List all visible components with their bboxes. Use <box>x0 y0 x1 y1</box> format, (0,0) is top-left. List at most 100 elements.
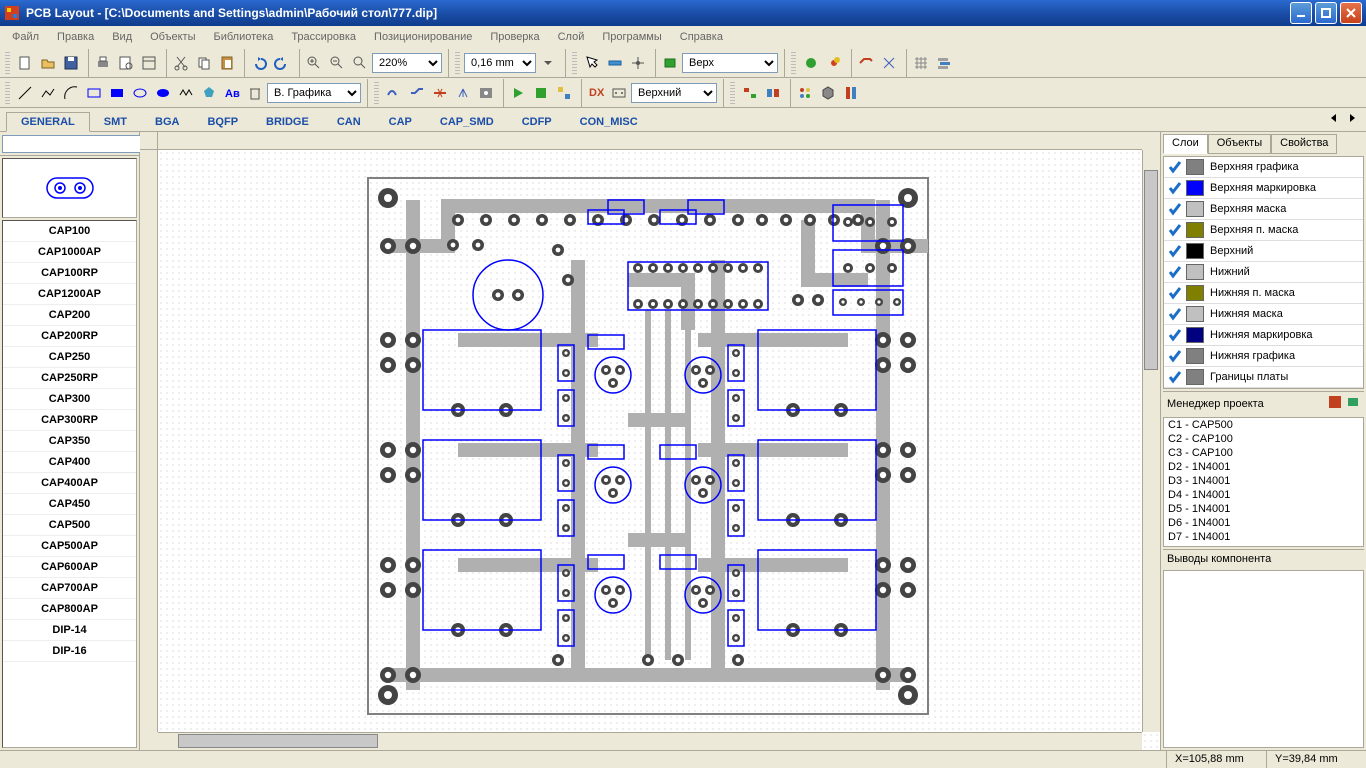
zoom-window-icon[interactable] <box>349 52 371 74</box>
print-icon[interactable] <box>92 52 114 74</box>
titleblock-icon[interactable] <box>138 52 160 74</box>
signal-layer-combo[interactable]: Верхний <box>631 83 717 103</box>
lib-item[interactable]: CAP400AP <box>3 473 136 494</box>
pattern-icon[interactable] <box>794 82 816 104</box>
shape-layer-combo[interactable]: В. Графика <box>267 83 361 103</box>
lib-item[interactable]: CAP450 <box>3 494 136 515</box>
layer-row[interactable]: Нижняя маска <box>1164 304 1363 325</box>
check-icon[interactable] <box>1164 223 1186 237</box>
menu-Объекты[interactable]: Объекты <box>142 29 203 45</box>
project-item[interactable]: C1 - CAP500 <box>1164 418 1363 432</box>
copy-icon[interactable] <box>193 52 215 74</box>
check-icon[interactable] <box>1164 349 1186 363</box>
layer-row[interactable]: Верхняя маска <box>1164 199 1363 220</box>
menu-Справка[interactable]: Справка <box>672 29 731 45</box>
polyline-tool-icon[interactable] <box>37 82 59 104</box>
line-tool-icon[interactable] <box>14 82 36 104</box>
tool2-icon[interactable] <box>608 82 630 104</box>
lib-item[interactable]: CAP200 <box>3 305 136 326</box>
lib-item[interactable]: CAP300RP <box>3 410 136 431</box>
project-item[interactable]: D7 - 1N4001 <box>1164 530 1363 544</box>
project-item[interactable]: D6 - 1N4001 <box>1164 516 1363 530</box>
lib-item[interactable]: CAP100 <box>3 221 136 242</box>
library-icon[interactable] <box>840 82 862 104</box>
autoroute-icon[interactable] <box>530 82 552 104</box>
pcb-canvas[interactable] <box>158 150 1160 750</box>
preview-icon[interactable] <box>115 52 137 74</box>
right-tab-0[interactable]: Слои <box>1163 134 1208 154</box>
drc-icon[interactable] <box>800 52 822 74</box>
menu-Слой[interactable]: Слой <box>550 29 593 45</box>
menu-Трассировка[interactable]: Трассировка <box>283 29 364 45</box>
layer-row[interactable]: Верхняя маркировка <box>1164 178 1363 199</box>
schematic-link-icon[interactable] <box>762 82 784 104</box>
layer-top-combo[interactable]: Верх <box>682 53 778 73</box>
project-item[interactable]: D5 - 1N4001 <box>1164 502 1363 516</box>
ellipse-tool-icon[interactable] <box>129 82 151 104</box>
check-icon[interactable] <box>1164 328 1186 342</box>
layer-row[interactable]: Верхний <box>1164 241 1363 262</box>
check-icon[interactable] <box>1164 202 1186 216</box>
scrollbar-horizontal[interactable] <box>158 732 1142 750</box>
ruler-icon[interactable] <box>604 52 626 74</box>
right-tab-2[interactable]: Свойства <box>1271 134 1337 154</box>
close-button[interactable] <box>1340 2 1362 24</box>
tab-can[interactable]: CAN <box>323 113 375 131</box>
width-combo[interactable]: 0,16 mm <box>464 53 536 73</box>
check-icon[interactable] <box>1164 286 1186 300</box>
run-icon[interactable] <box>507 82 529 104</box>
zoom-in-icon[interactable] <box>303 52 325 74</box>
layer-row[interactable]: Границы платы <box>1164 367 1363 388</box>
layer-row[interactable]: Верхняя п. маска <box>1164 220 1363 241</box>
arc-tool-icon[interactable] <box>60 82 82 104</box>
tab-scroll-left-icon[interactable] <box>1326 110 1342 126</box>
lib-item[interactable]: CAP500 <box>3 515 136 536</box>
tab-bqfp[interactable]: BQFP <box>193 113 252 131</box>
lib-item[interactable]: CAP600AP <box>3 557 136 578</box>
grid-icon[interactable] <box>910 52 932 74</box>
tab-cap_smd[interactable]: CAP_SMD <box>426 113 508 131</box>
project-list[interactable]: C1 - CAP500C2 - CAP100C3 - CAP100D2 - 1N… <box>1163 417 1364 547</box>
project-icon-1[interactable] <box>1328 395 1342 412</box>
unroute-icon[interactable] <box>429 82 451 104</box>
check-icon[interactable] <box>1164 370 1186 384</box>
layers-list[interactable]: Верхняя графикаВерхняя маркировкаВерхняя… <box>1163 156 1364 389</box>
menu-Программы[interactable]: Программы <box>594 29 669 45</box>
component-icon[interactable] <box>659 52 681 74</box>
autoplace-icon[interactable] <box>553 82 575 104</box>
minimize-button[interactable] <box>1290 2 1312 24</box>
check-icon[interactable] <box>1164 244 1186 258</box>
menu-Позиционирование[interactable]: Позиционирование <box>366 29 480 45</box>
lib-item[interactable]: CAP300 <box>3 389 136 410</box>
pointer-icon[interactable] <box>581 52 603 74</box>
library-search-input[interactable] <box>2 135 146 153</box>
lib-item[interactable]: CAP1200AP <box>3 284 136 305</box>
project-item[interactable]: D3 - 1N4001 <box>1164 474 1363 488</box>
renumber-icon[interactable] <box>739 82 761 104</box>
lib-item[interactable]: CAP100RP <box>3 263 136 284</box>
place-via-icon[interactable] <box>475 82 497 104</box>
cut-icon[interactable] <box>170 52 192 74</box>
lib-item[interactable]: CAP700AP <box>3 578 136 599</box>
lib-item[interactable]: CAP800AP <box>3 599 136 620</box>
drc-error-icon[interactable] <box>823 52 845 74</box>
filled-rect-tool-icon[interactable] <box>106 82 128 104</box>
project-item[interactable]: C3 - CAP100 <box>1164 446 1363 460</box>
menu-Правка[interactable]: Правка <box>49 29 102 45</box>
lib-item[interactable]: DIP-16 <box>3 641 136 662</box>
lib-item[interactable]: CAP200RP <box>3 326 136 347</box>
open-file-icon[interactable] <box>37 52 59 74</box>
layer-row[interactable]: Нижний <box>1164 262 1363 283</box>
paste-icon[interactable] <box>216 52 238 74</box>
layer-row[interactable]: Нижняя графика <box>1164 346 1363 367</box>
layer-row[interactable]: Верхняя графика <box>1164 157 1363 178</box>
lib-item[interactable]: CAP350 <box>3 431 136 452</box>
project-item[interactable]: C2 - CAP100 <box>1164 432 1363 446</box>
route-icon[interactable] <box>855 52 877 74</box>
tab-cdfp[interactable]: CDFP <box>508 113 566 131</box>
polyline2-tool-icon[interactable] <box>175 82 197 104</box>
filled-ellipse-tool-icon[interactable] <box>152 82 174 104</box>
new-file-icon[interactable] <box>14 52 36 74</box>
layer-row[interactable]: Нижняя маркировка <box>1164 325 1363 346</box>
menu-Проверка[interactable]: Проверка <box>482 29 547 45</box>
